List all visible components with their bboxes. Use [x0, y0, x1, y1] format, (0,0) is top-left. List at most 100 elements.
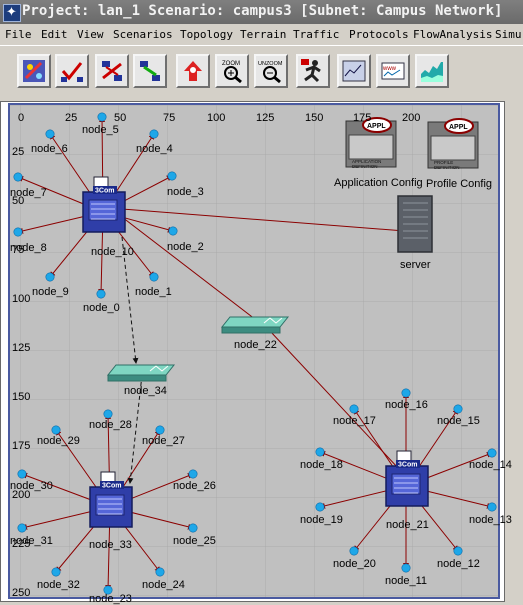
toolbar: ZOOM UNZOOM www	[0, 45, 523, 102]
unzoom-button[interactable]: UNZOOM	[254, 54, 288, 88]
workstation-node[interactable]	[51, 425, 61, 435]
menu-file[interactable]: File	[5, 28, 32, 41]
switch-front	[107, 374, 167, 382]
return-parent-button[interactable]	[176, 54, 210, 88]
workstation-node[interactable]	[17, 523, 27, 533]
workstation-node[interactable]	[51, 567, 61, 577]
app-config-label: Application Config	[334, 177, 423, 189]
ruler-x-0: 0	[18, 112, 25, 124]
ruler-x-200: 200	[402, 112, 421, 124]
menu-terrain[interactable]: Terrain	[240, 28, 286, 41]
workstation-node[interactable]	[97, 112, 107, 122]
workstation-node[interactable]	[13, 227, 23, 237]
client-label: node_9	[32, 286, 69, 298]
hub-brand-text: 3Com	[95, 188, 114, 195]
workstation-node[interactable]	[13, 172, 23, 182]
switch-label-node-22: node_22	[234, 339, 277, 351]
client-label: node_11	[385, 575, 428, 587]
menu-edit[interactable]: Edit	[41, 28, 68, 41]
svg-text:www: www	[382, 66, 397, 72]
network-canvas[interactable]: 3Com 3Com 3Com APPL APPLICATION DEFINITION APP…	[8, 103, 512, 605]
workstation-node[interactable]	[149, 129, 159, 139]
workstation-node[interactable]	[17, 469, 27, 479]
ruler-x-175: 175	[353, 112, 372, 124]
open-palette-button[interactable]	[17, 54, 51, 88]
hub-panel	[391, 473, 421, 495]
server-device[interactable]	[397, 195, 433, 253]
ruler-x-125: 125	[256, 112, 275, 124]
hub-label-node-21: node_21	[386, 519, 429, 531]
check-links-button[interactable]	[55, 54, 89, 88]
workstation-node[interactable]	[167, 171, 177, 181]
config-panel	[348, 134, 394, 160]
workstation-node[interactable]	[315, 502, 325, 512]
workstation-node[interactable]	[453, 404, 463, 414]
fail-links-icon	[102, 61, 122, 81]
menu-view[interactable]: View	[77, 28, 104, 41]
window-title: Project: lan_1 Scenario: campus3 [Subnet…	[22, 3, 503, 19]
workstation-node[interactable]	[401, 388, 411, 398]
workstation-node[interactable]	[349, 404, 359, 414]
zoom-icon: ZOOM	[222, 61, 242, 84]
unzoom-icon: UNZOOM	[258, 61, 283, 84]
web-reports-icon: www	[381, 62, 405, 80]
view-results-button[interactable]	[337, 54, 371, 88]
workstation-node[interactable]	[453, 546, 463, 556]
client-label: node_4	[136, 143, 173, 155]
workstation-node[interactable]	[401, 563, 411, 573]
client-label: node_29	[37, 435, 80, 447]
workstation-node[interactable]	[103, 409, 113, 419]
zoom-button[interactable]: ZOOM	[215, 54, 249, 88]
ruler-y-25: 25	[12, 146, 25, 158]
menu-simulation[interactable]: Simu	[495, 28, 522, 41]
workstation-node[interactable]	[96, 289, 106, 299]
menu-flowanalysis[interactable]: FlowAnalysis	[413, 28, 492, 41]
view-results-icon	[342, 60, 366, 82]
menu-topology[interactable]: Topology	[180, 28, 233, 41]
client-label: node_8	[10, 242, 47, 254]
client-label: node_24	[142, 579, 185, 591]
recover-links-button[interactable]	[133, 54, 167, 88]
workstation-node[interactable]	[149, 272, 159, 282]
workstation-node[interactable]	[315, 447, 325, 457]
graph-icon	[421, 62, 443, 82]
switch-front	[221, 326, 281, 334]
menu-traffic[interactable]: Traffic	[293, 28, 339, 41]
workstation-node[interactable]	[155, 567, 165, 577]
client-label: node_2	[167, 241, 204, 253]
profile-config-device[interactable]: APPLPROFILEDEFINITION	[427, 118, 479, 170]
client-label: node_31	[10, 535, 53, 547]
client-label: node_12	[437, 558, 480, 570]
palette-icon	[23, 60, 45, 82]
menu-scenarios[interactable]: Scenarios	[113, 28, 173, 41]
configure-run-button[interactable]	[296, 54, 330, 88]
workstation-node[interactable]	[188, 523, 198, 533]
client-label: node_0	[83, 302, 120, 314]
workstation-node[interactable]	[155, 425, 165, 435]
ruler-x-150: 150	[305, 112, 324, 124]
switch-top	[220, 316, 290, 328]
ruler-y-125: 125	[12, 342, 31, 354]
hub-panel	[95, 494, 125, 516]
menu-bar: File Edit View Scenarios Topology Terrai…	[0, 24, 523, 45]
web-reports-button[interactable]: www	[376, 54, 410, 88]
workstation-node[interactable]	[487, 502, 497, 512]
workstation-node[interactable]	[487, 448, 497, 458]
view-graph-button[interactable]	[415, 54, 449, 88]
ruler-y-250: 250	[12, 587, 31, 599]
workstation-node[interactable]	[349, 546, 359, 556]
workstation-node[interactable]	[188, 469, 198, 479]
workstation-node[interactable]	[168, 226, 178, 236]
switch-device[interactable]	[220, 316, 290, 334]
vertical-scrollbar[interactable]	[505, 102, 523, 602]
client-label: node_7	[10, 187, 47, 199]
recover-links-icon	[140, 61, 160, 81]
ruler-y-175: 175	[12, 440, 31, 452]
menu-protocols[interactable]: Protocols	[349, 28, 409, 41]
workstation-node[interactable]	[45, 129, 55, 139]
hub-label-node-33: node_33	[89, 539, 132, 551]
app-config-device[interactable]: APPLAPPLICATIONDEFINITION	[345, 117, 397, 169]
switch-device[interactable]	[106, 364, 176, 382]
workstation-node[interactable]	[45, 272, 55, 282]
fail-links-button[interactable]	[95, 54, 129, 88]
